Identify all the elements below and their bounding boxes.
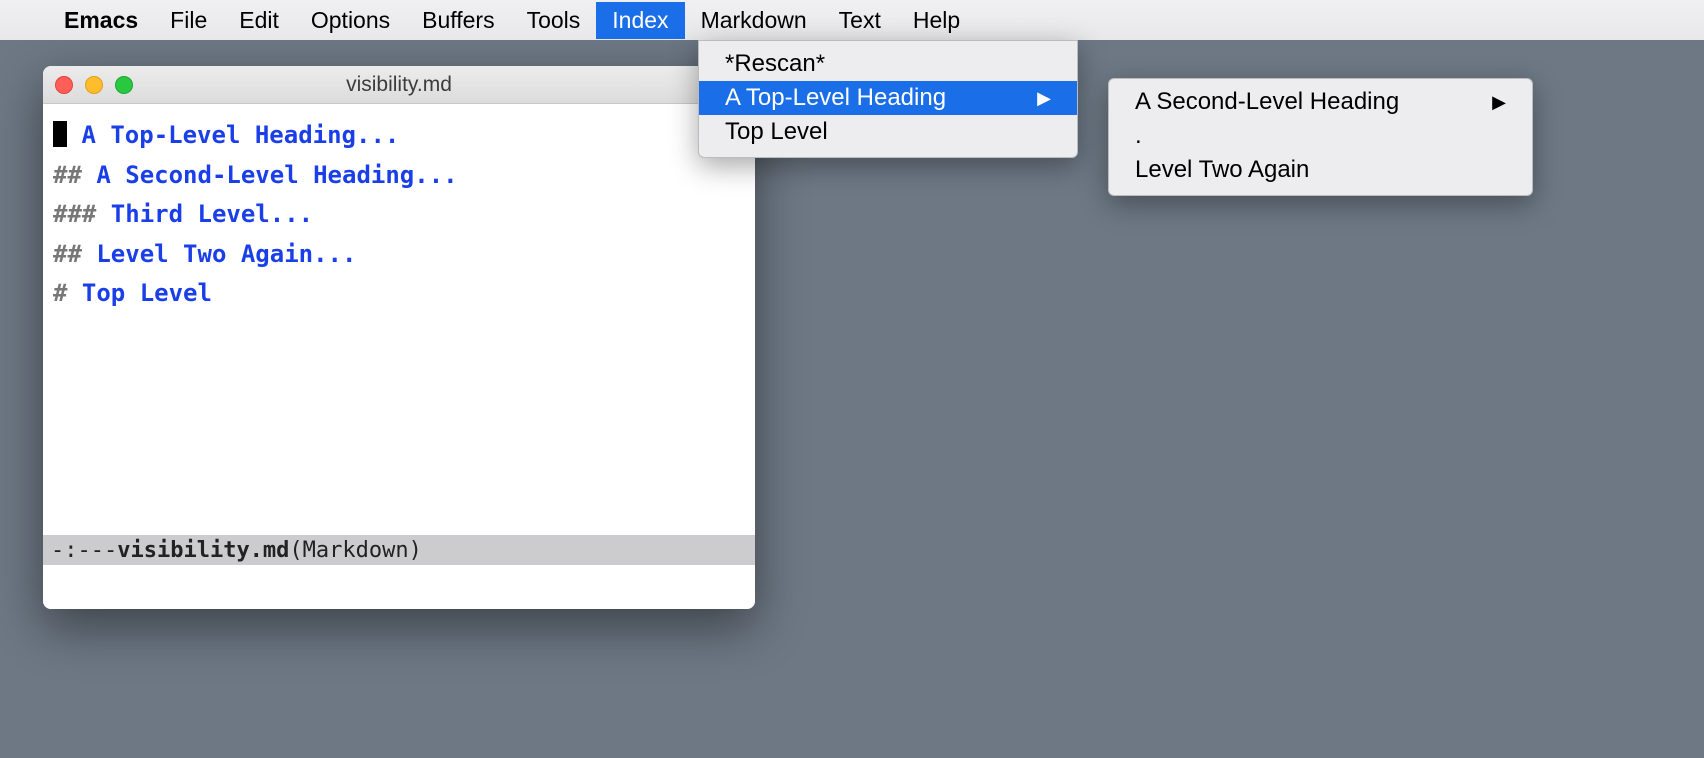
index-menu-top-level-heading[interactable]: A Top-Level Heading ▶ [699,81,1077,115]
heading-text: A Second-Level Heading... [96,161,457,189]
emacs-window: visibility.md A Top-Level Heading... ## … [43,66,755,609]
submenu-second-level-heading[interactable]: A Second-Level Heading ▶ [1109,85,1532,119]
heading-text: A Top-Level Heading... [81,121,399,149]
modeline-filename: visibility.md [117,538,289,563]
menubar-item-tools[interactable]: Tools [511,2,597,39]
index-dropdown-menu: *Rescan* A Top-Level Heading ▶ Top Level [698,40,1078,158]
window-title: visibility.md [346,73,452,97]
close-window-icon[interactable] [55,76,73,94]
markdown-hash: ## [53,240,96,268]
menubar-item-help[interactable]: Help [897,2,976,39]
text-cursor [53,121,67,147]
macos-menubar: Emacs File Edit Options Buffers Tools In… [0,0,1704,40]
modeline-status: -:--- [51,538,117,563]
index-submenu: A Second-Level Heading ▶ . Level Two Aga… [1108,78,1533,196]
menu-item-label: Top Level [725,118,828,146]
submenu-level-two-again[interactable]: Level Two Again [1109,153,1532,187]
menu-item-label: *Rescan* [725,50,825,78]
index-menu-top-level[interactable]: Top Level [699,115,1077,149]
menu-item-label: . [1135,122,1142,150]
emacs-modeline: -:--- visibility.md (Markdown) [43,535,755,565]
emacs-echo-area[interactable] [43,565,755,609]
menubar-item-buffers[interactable]: Buffers [406,2,510,39]
heading-text: Level Two Again... [96,240,356,268]
chevron-right-icon: ▶ [1037,88,1051,109]
menu-item-label: A Second-Level Heading [1135,88,1399,116]
menubar-item-text[interactable]: Text [823,2,897,39]
window-titlebar[interactable]: visibility.md [43,66,755,104]
traffic-lights [55,76,133,94]
minimize-window-icon[interactable] [85,76,103,94]
menubar-item-markdown[interactable]: Markdown [685,2,823,39]
heading-text: Third Level... [111,200,313,228]
heading-text: Top Level [82,279,212,307]
menubar-item-index[interactable]: Index [596,2,684,39]
menubar-app-name[interactable]: Emacs [48,2,154,39]
menubar-item-options[interactable]: Options [295,2,406,39]
zoom-window-icon[interactable] [115,76,133,94]
markdown-hash: # [53,279,82,307]
menubar-item-file[interactable]: File [154,2,223,39]
modeline-mode: (Markdown) [289,538,421,563]
menubar-item-edit[interactable]: Edit [223,2,295,39]
chevron-right-icon: ▶ [1492,92,1506,113]
markdown-hash: ## [53,161,96,189]
menu-item-label: Level Two Again [1135,156,1309,184]
markdown-hash: ### [53,200,111,228]
index-menu-rescan[interactable]: *Rescan* [699,47,1077,81]
submenu-dot[interactable]: . [1109,119,1532,153]
editor-buffer[interactable]: A Top-Level Heading... ## A Second-Level… [43,104,755,535]
menu-item-label: A Top-Level Heading [725,84,946,112]
